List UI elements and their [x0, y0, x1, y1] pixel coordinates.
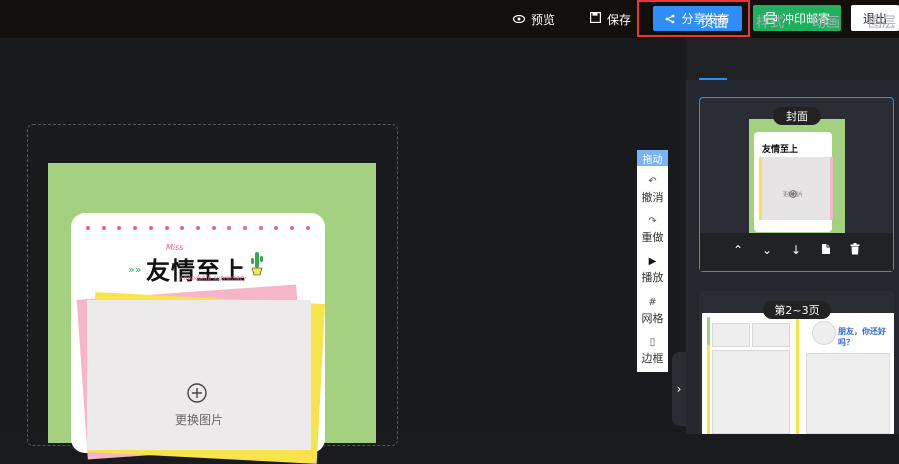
- eye-icon: [512, 13, 526, 26]
- cover-mini-plus-icon: [789, 183, 797, 198]
- title-arrows: »»: [128, 263, 142, 276]
- cactus-decoration: [250, 250, 264, 276]
- play-button[interactable]: ▶ 播放: [637, 255, 668, 285]
- drag-handle[interactable]: 拖动: [637, 150, 668, 166]
- pages-yellow-accent: [707, 345, 710, 434]
- redo-label: 重做: [641, 231, 664, 244]
- copy-icon[interactable]: [821, 243, 831, 258]
- cover-mini-title: 友情至上: [762, 145, 799, 155]
- collapse-panel-button[interactable]: ›: [672, 352, 686, 426]
- save-button[interactable]: 保存: [590, 0, 631, 38]
- title-subtitle: Friendship supremacy: [180, 275, 247, 282]
- arrow-down-icon[interactable]: ↓: [791, 243, 801, 257]
- chevron-up-icon[interactable]: ⌃: [733, 243, 743, 257]
- pages-round-photo-slot: [812, 321, 836, 345]
- pages-mini-heading: 朋友，你还好吗？: [838, 327, 886, 347]
- panel-tabs: [686, 38, 899, 80]
- preview-button[interactable]: 预览: [512, 0, 556, 38]
- replace-image-label: 更换图片: [174, 413, 223, 427]
- border-button[interactable]: ▯ 边框: [637, 336, 668, 366]
- tab-page[interactable]: 页面: [700, 12, 728, 32]
- border-label: 边框: [641, 352, 664, 365]
- grid-icon: #: [648, 297, 657, 308]
- grid-label: 网格: [641, 312, 664, 325]
- pages-photo-slot: [806, 353, 890, 434]
- undo-label: 撤消: [641, 191, 664, 204]
- share-highlight-box: [637, 0, 750, 37]
- undo-icon: ↶: [648, 176, 657, 187]
- tab-animation[interactable]: 动画: [812, 12, 840, 32]
- add-image-icon[interactable]: [187, 383, 207, 403]
- pages-photo-slot: [712, 350, 790, 434]
- redo-button[interactable]: ↷ 重做: [637, 215, 668, 245]
- pages-photo-slot: [752, 323, 790, 347]
- cover-mini-photo-text: 更换图片: [783, 192, 804, 198]
- pages-photo-slot: [712, 323, 750, 347]
- active-tab-indicator: [699, 78, 727, 80]
- save-label: 保存: [607, 12, 632, 27]
- tab-style[interactable]: 样式: [756, 12, 784, 32]
- cover-label: 封面: [773, 107, 821, 125]
- play-label: 播放: [641, 271, 664, 284]
- undo-button[interactable]: ↶ 撤消: [637, 175, 668, 205]
- preview-label: 预览: [531, 12, 556, 27]
- tab-layers[interactable]: 图层: [868, 12, 896, 32]
- redo-icon: ↷: [648, 216, 657, 227]
- trash-icon[interactable]: [850, 243, 860, 258]
- border-icon: ▯: [649, 337, 656, 348]
- dotted-border: [86, 226, 310, 232]
- chevron-right-icon: ›: [676, 382, 682, 396]
- grid-button[interactable]: # 网格: [637, 296, 668, 326]
- pages-yellow-stripe: [796, 317, 799, 434]
- pages-2-3-label: 第2~3页: [763, 301, 831, 319]
- save-icon: [590, 12, 602, 26]
- play-icon: ▶: [648, 256, 657, 267]
- chevron-down-icon[interactable]: ⌄: [762, 243, 772, 257]
